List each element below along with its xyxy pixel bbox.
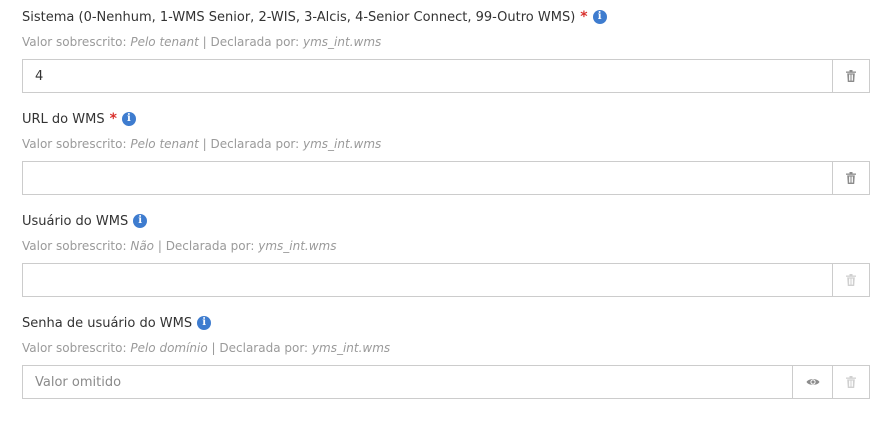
sistema-input[interactable] — [23, 60, 832, 92]
field-label-row: Sistema (0-Nenhum, 1-WMS Senior, 2-WIS, … — [22, 7, 870, 27]
url-input-group — [22, 161, 870, 195]
override-value: Pelo tenant — [130, 137, 199, 151]
override-info: Valor sobrescrito: Não | Declarada por: … — [22, 239, 870, 255]
info-icon[interactable]: i — [592, 10, 607, 24]
delete-button[interactable] — [832, 60, 869, 92]
declared-label: | Declarada por: — [198, 35, 304, 49]
field-label-row: URL do WMS * i — [22, 109, 870, 129]
url-input[interactable] — [23, 162, 832, 194]
field-sistema: Sistema (0-Nenhum, 1-WMS Senior, 2-WIS, … — [22, 7, 870, 93]
required-asterisk: * — [109, 111, 117, 127]
delete-button[interactable] — [832, 162, 869, 194]
field-label: Usuário do WMS — [22, 213, 129, 229]
field-usuario-wms: Usuário do WMS i Valor sobrescrito: Não … — [22, 211, 870, 297]
wms-settings-form: Sistema (0-Nenhum, 1-WMS Senior, 2-WIS, … — [0, 0, 893, 443]
field-label-row: Usuário do WMS i — [22, 211, 870, 231]
override-value: Pelo tenant — [130, 35, 199, 49]
field-url-wms: URL do WMS * i Valor sobrescrito: Pelo t… — [22, 109, 870, 195]
trash-icon — [846, 172, 856, 184]
senha-input-group — [22, 365, 870, 399]
eye-icon — [806, 377, 820, 387]
trash-icon — [846, 274, 856, 286]
declared-value: yms_int.wms — [258, 239, 337, 253]
override-info: Valor sobrescrito: Pelo tenant | Declara… — [22, 137, 870, 153]
info-icon[interactable]: i — [121, 112, 136, 126]
declared-label: | Declarada por: — [154, 239, 259, 253]
declared-label: | Declarada por: — [198, 137, 304, 151]
override-label: Valor sobrescrito: — [22, 239, 131, 253]
override-label: Valor sobrescrito: — [22, 35, 131, 49]
override-info: Valor sobrescrito: Pelo tenant | Declara… — [22, 35, 870, 51]
field-senha-wms: Senha de usuário do WMS i Valor sobrescr… — [22, 313, 870, 399]
declared-value: yms_int.wms — [311, 341, 391, 355]
field-label: Senha de usuário do WMS — [22, 315, 193, 331]
delete-button-disabled — [832, 366, 869, 398]
required-asterisk: * — [580, 9, 588, 25]
override-value: Pelo domínio — [130, 341, 208, 355]
override-label: Valor sobrescrito: — [22, 137, 131, 151]
usuario-input-group — [22, 263, 870, 297]
declared-value: yms_int.wms — [303, 137, 382, 151]
sistema-input-group — [22, 59, 870, 93]
declared-label: | Declarada por: — [207, 341, 312, 355]
field-label: Sistema (0-Nenhum, 1-WMS Senior, 2-WIS, … — [22, 9, 576, 25]
info-icon[interactable]: i — [197, 316, 212, 330]
senha-input[interactable] — [23, 366, 792, 398]
declared-value: yms_int.wms — [303, 35, 382, 49]
show-password-button[interactable] — [792, 366, 832, 398]
override-info: Valor sobrescrito: Pelo domínio | Declar… — [22, 341, 870, 357]
trash-icon — [846, 376, 856, 388]
trash-icon — [846, 70, 856, 82]
field-label-row: Senha de usuário do WMS i — [22, 313, 870, 333]
delete-button-disabled — [832, 264, 869, 296]
info-icon[interactable]: i — [133, 214, 148, 228]
override-value: Não — [130, 239, 155, 253]
field-label: URL do WMS — [22, 111, 105, 127]
override-label: Valor sobrescrito: — [22, 341, 131, 355]
usuario-input[interactable] — [23, 264, 832, 296]
